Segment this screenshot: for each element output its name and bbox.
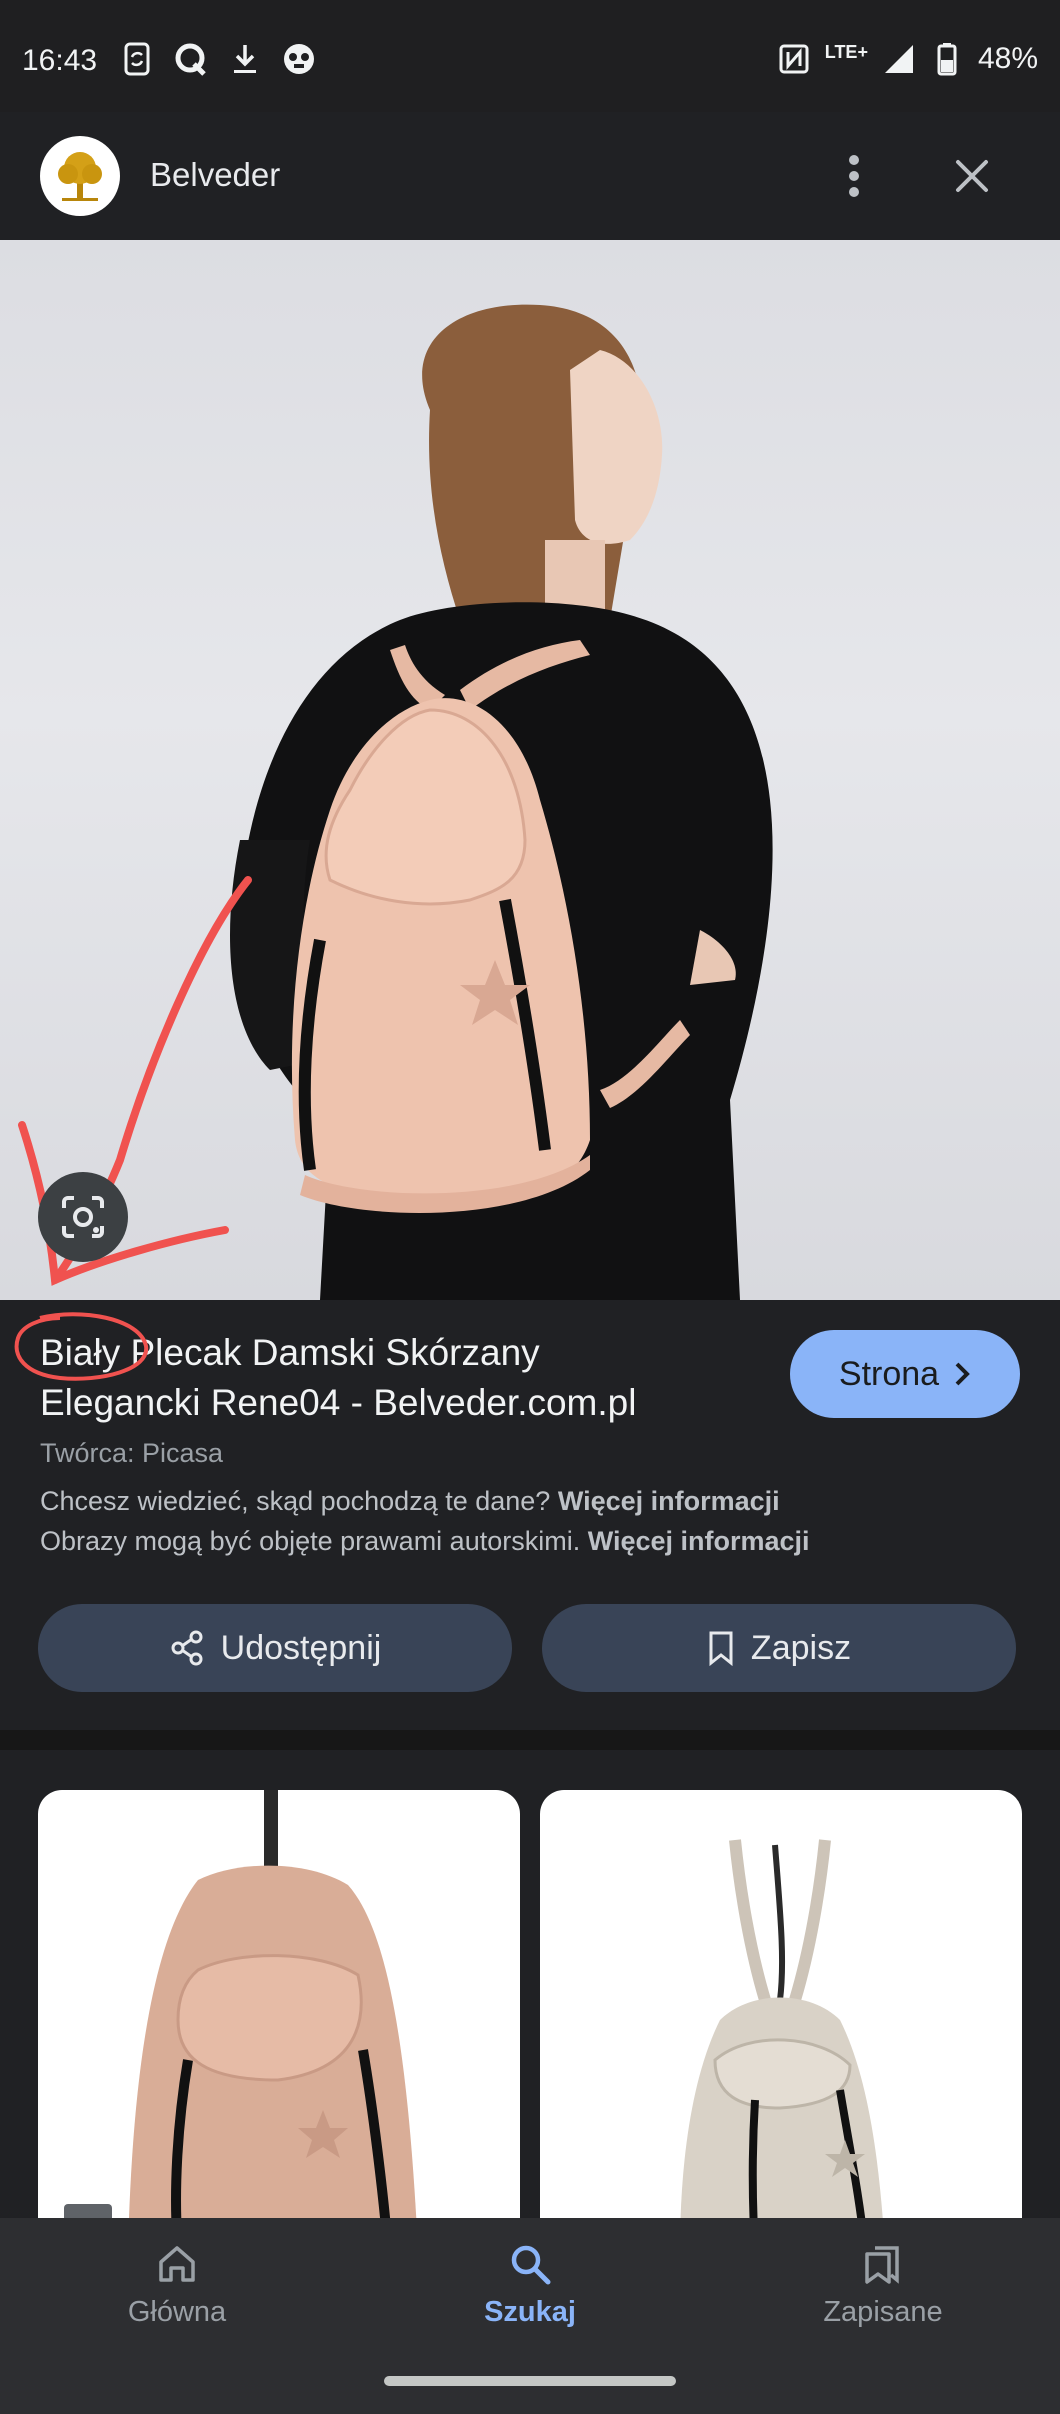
more-info-link-2[interactable]: Więcej informacji <box>588 1526 810 1556</box>
more-options-button[interactable] <box>826 148 882 204</box>
nav-saved-label: Zapisane <box>823 2296 943 2328</box>
woman-with-backpack-photo <box>230 304 773 1300</box>
copyright-info: Obrazy mogą być objęte prawami autorskim… <box>40 1526 810 1557</box>
pink-backpack-thumbnail <box>128 1790 417 2220</box>
status-time: 16:43 <box>22 44 98 77</box>
result-info: Biały Plecak Damski Skórzany Elegancki R… <box>0 1300 1060 1730</box>
home-icon <box>159 2246 195 2282</box>
save-label: Zapisz <box>750 1628 852 1667</box>
share-button[interactable]: Udostępnij <box>38 1604 512 1692</box>
nav-search[interactable]: Szukaj <box>410 2242 650 2352</box>
more-info-link-1[interactable]: Więcej informacji <box>558 1486 780 1516</box>
game-icon <box>282 42 316 76</box>
belveder-tree-logo <box>58 152 102 201</box>
sync-icon <box>120 42 154 76</box>
battery-icon <box>930 42 964 76</box>
chevron-right-icon <box>955 1362 970 1386</box>
result-title-line2: Elegancki Rene04 - Belveder.com.pl <box>40 1382 637 1423</box>
result-title-line1: Biały Plecak Damski Skórzany <box>40 1332 540 1373</box>
creator-credit: Twórca: Picasa <box>40 1438 224 1468</box>
grey-backpack-thumbnail <box>680 1839 883 2220</box>
related-image-1[interactable] <box>38 1790 520 2220</box>
data-source-text: Chcesz wiedzieć, skąd pochodzą te dane? <box>40 1486 551 1516</box>
viewer-header: Belveder <box>0 112 1060 240</box>
close-icon <box>956 160 988 192</box>
share-label: Udostępnij <box>220 1628 382 1667</box>
gesture-home-indicator[interactable] <box>384 2376 676 2386</box>
status-icons-right: LTE+ 48% <box>777 42 1038 76</box>
network-type: LTE+ <box>824 41 868 62</box>
copyright-text: Obrazy mogą być objęte prawami autorskim… <box>40 1526 581 1556</box>
nav-saved[interactable]: Zapisane <box>763 2242 1003 2352</box>
status-icons-left <box>120 42 316 76</box>
save-button[interactable]: Zapisz <box>542 1604 1016 1692</box>
close-button[interactable] <box>944 148 1000 204</box>
nfc-icon <box>777 42 811 76</box>
share-icon <box>171 1630 203 1666</box>
more-vert-icon <box>849 155 859 197</box>
google-lens-button[interactable] <box>38 1172 128 1262</box>
status-bar: 16:43 LTE+ 48% <box>0 0 1060 112</box>
google-image-viewer: 16:43 LTE+ 48% Belveder Biały Plecak Dam… <box>0 0 1060 2414</box>
search-icon <box>511 2245 551 2285</box>
site-name[interactable]: Belveder <box>150 156 280 194</box>
result-title[interactable]: Biały Plecak Damski Skórzany Elegancki R… <box>40 1328 740 1428</box>
related-image-2[interactable] <box>540 1790 1022 2220</box>
q-app-icon <box>174 42 208 76</box>
nav-home-label: Główna <box>127 2296 227 2328</box>
nav-search-label: Szukaj <box>484 2296 576 2328</box>
signal-icon <box>882 42 916 76</box>
main-product-image[interactable] <box>0 240 1060 1300</box>
related-images <box>0 1750 1060 2220</box>
visit-site-label: Strona <box>838 1354 940 1393</box>
site-logo[interactable] <box>40 136 120 216</box>
saved-icon <box>865 2246 899 2284</box>
nav-home[interactable]: Główna <box>57 2242 297 2352</box>
data-source-info: Chcesz wiedzieć, skąd pochodzą te dane? … <box>40 1486 780 1517</box>
download-icon <box>228 42 262 76</box>
visit-site-button[interactable]: Strona <box>790 1330 1020 1418</box>
battery-percent: 48% <box>977 42 1038 75</box>
lens-icon <box>62 1196 104 1238</box>
section-divider <box>0 1730 1060 1750</box>
bookmark-icon <box>709 1631 733 1666</box>
